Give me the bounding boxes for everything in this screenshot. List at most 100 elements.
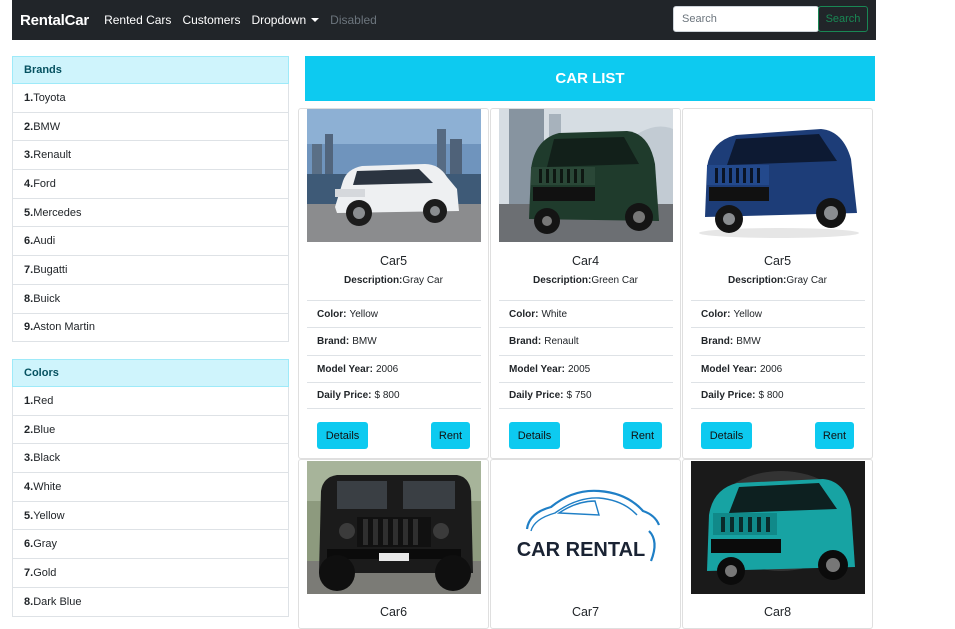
brand-item-bmw[interactable]: 2. BMW xyxy=(12,112,289,142)
brand-label: Brand: xyxy=(509,335,542,347)
caret-down-icon xyxy=(311,18,320,22)
car-daily-price-row: Daily Price: $ 750 xyxy=(499,382,673,409)
brands-header[interactable]: Brands xyxy=(12,56,289,84)
brand-name: Bugatti xyxy=(33,263,68,276)
daily-price-value: $ 800 xyxy=(758,390,784,401)
color-item-gray[interactable]: 6. Gray xyxy=(12,530,289,560)
search-button[interactable]: Search xyxy=(818,6,868,32)
brand-item-toyota[interactable]: 1. Toyota xyxy=(12,84,289,113)
color-label: Color: xyxy=(317,308,347,320)
color-item-red[interactable]: 1. Red xyxy=(12,387,289,416)
model-year-label: Model Year: xyxy=(701,363,757,375)
nav-link-customers[interactable]: Customers xyxy=(182,13,240,27)
car-model-year-row: Model Year: 2005 xyxy=(499,355,673,382)
color-value: Yellow xyxy=(349,308,378,320)
list-number: 1. xyxy=(24,91,34,104)
list-number: 5. xyxy=(24,509,34,522)
color-item-white[interactable]: 4. White xyxy=(12,473,289,502)
navbar-brand[interactable]: RentalCar xyxy=(20,12,89,29)
car-name: Car7 xyxy=(571,605,600,619)
daily-price-label: Daily Price: xyxy=(317,390,372,401)
color-item-black[interactable]: 3. Black xyxy=(12,444,289,474)
color-name: Gray xyxy=(33,538,58,551)
model-year-value: 2006 xyxy=(759,363,783,375)
model-year-label: Model Year: xyxy=(509,363,565,375)
color-name: Black xyxy=(33,452,61,465)
brand-name: Audi xyxy=(33,235,56,248)
list-number: 5. xyxy=(24,206,34,219)
list-number: 3. xyxy=(24,149,34,162)
car-description: Description:Green Car xyxy=(491,275,680,286)
car-name: Car4 xyxy=(571,254,600,268)
details-button[interactable]: Details xyxy=(509,422,560,449)
search-input[interactable] xyxy=(673,6,819,32)
car-rental-logo-text: CAR RENTAL xyxy=(517,539,646,561)
car-color-row: Color: Yellow xyxy=(691,300,865,327)
color-label: Color: xyxy=(701,308,731,320)
daily-price-value: $ 800 xyxy=(374,390,400,401)
list-number: 2. xyxy=(24,423,34,436)
brand-item-mercedes[interactable]: 5. Mercedes xyxy=(12,198,289,228)
car-name: Car8 xyxy=(763,605,792,619)
description-label: Description: xyxy=(344,275,403,286)
brand-item-ford[interactable]: 4. Ford xyxy=(12,170,289,199)
color-item-blue[interactable]: 2. Blue xyxy=(12,415,289,445)
nav-dropdown[interactable]: Dropdown xyxy=(251,13,320,27)
color-item-gold[interactable]: 7. Gold xyxy=(12,559,289,588)
color-item-dark-blue[interactable]: 8. Dark Blue xyxy=(12,587,289,617)
brand-item-audi[interactable]: 6. Audi xyxy=(12,227,289,257)
brand-label: Brand: xyxy=(317,335,350,347)
details-button[interactable]: Details xyxy=(317,422,368,449)
list-number: 6. xyxy=(24,538,34,551)
color-name: Dark Blue xyxy=(33,595,82,608)
description-label: Description: xyxy=(532,275,592,286)
list-number: 2. xyxy=(24,120,34,133)
brand-item-bugatti[interactable]: 7. Bugatti xyxy=(12,256,289,285)
car-card: Car6 xyxy=(298,459,489,629)
color-name: Red xyxy=(33,394,54,407)
brand-value: BMW xyxy=(352,335,377,347)
car-daily-price-row: Daily Price: $ 800 xyxy=(691,382,865,409)
car-card: Car5 Description:Gray Car Color: Yellow B… xyxy=(682,108,873,459)
model-year-label: Model Year: xyxy=(317,363,373,375)
rent-button[interactable]: Rent xyxy=(431,422,470,449)
car-image-car-rental-logo: CAR RENTAL xyxy=(499,461,673,594)
colors-list: Colors 1. Red 2. Blue 3. Black 4. White 5. Ye… xyxy=(12,359,289,617)
brands-list: Brands 1. Toyota 2. BMW 3. Renault 4. Ford 5… xyxy=(12,56,289,343)
nav-link-rented-cars[interactable]: Rented Cars xyxy=(104,13,171,27)
nav-dropdown-label: Dropdown xyxy=(251,13,307,27)
list-number: 7. xyxy=(24,263,34,276)
brand-value: Renault xyxy=(544,335,579,347)
rent-button[interactable]: Rent xyxy=(815,422,854,449)
description-value: Green Car xyxy=(591,275,639,286)
color-label: Color: xyxy=(509,308,539,320)
model-year-value: 2005 xyxy=(567,363,591,375)
brand-item-renault[interactable]: 3. Renault xyxy=(12,141,289,171)
list-number: 7. xyxy=(24,566,34,579)
daily-price-value: $ 750 xyxy=(566,390,592,401)
brand-item-aston-martin[interactable]: 9. Aston Martin xyxy=(12,313,289,343)
nav-link-disabled: Disabled xyxy=(330,13,377,27)
list-number: 4. xyxy=(24,177,34,190)
car-daily-price-row: Daily Price: $ 800 xyxy=(307,382,481,409)
brand-name: BMW xyxy=(33,120,61,133)
color-value: White xyxy=(541,308,568,320)
car-name: Car5 xyxy=(763,254,792,268)
colors-header[interactable]: Colors xyxy=(12,359,289,387)
list-number: 3. xyxy=(24,452,34,465)
car-image-black-jeep xyxy=(307,461,481,594)
rent-button[interactable]: Rent xyxy=(623,422,662,449)
brand-name: Aston Martin xyxy=(33,321,95,334)
brand-item-buick[interactable]: 8. Buick xyxy=(12,284,289,314)
brand-name: Ford xyxy=(33,177,56,190)
car-model-year-row: Model Year: 2006 xyxy=(307,355,481,382)
color-item-yellow[interactable]: 5. Yellow xyxy=(12,501,289,531)
list-number: 4. xyxy=(24,480,34,493)
car-list-title: CAR LIST xyxy=(305,56,875,101)
description-value: Gray Car xyxy=(786,275,827,286)
car-model-year-row: Model Year: 2006 xyxy=(691,355,865,382)
car-brand-row: Brand: BMW xyxy=(307,327,481,354)
details-button[interactable]: Details xyxy=(701,422,752,449)
color-value: Yellow xyxy=(733,308,762,320)
car-description: Description:Gray Car xyxy=(299,275,488,286)
